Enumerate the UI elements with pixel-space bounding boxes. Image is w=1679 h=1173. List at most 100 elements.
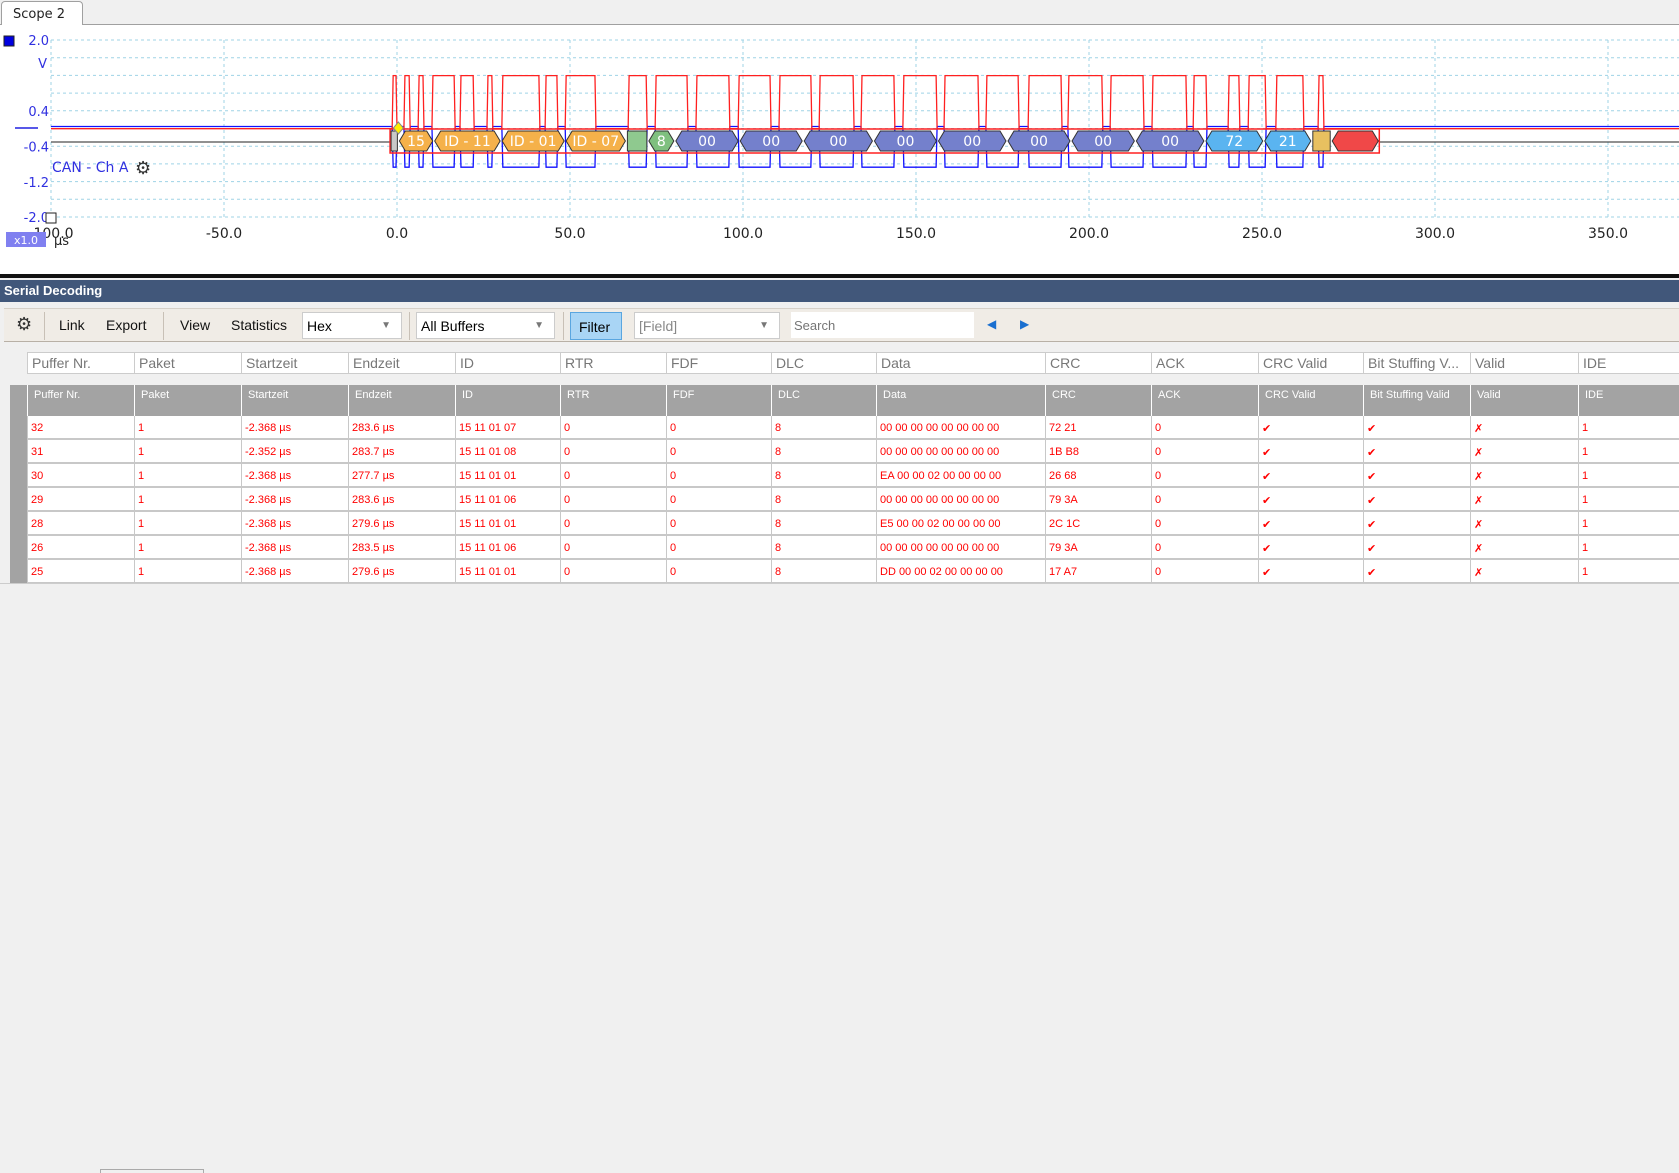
column-header[interactable]: DLC [771, 385, 876, 416]
column-filter-1[interactable]: Paket [134, 352, 241, 374]
table-cell: 8 [771, 488, 876, 510]
y-tick-label: -0.4 [24, 140, 49, 155]
column-filter-3[interactable]: Endzeit [348, 352, 455, 374]
decode-segment-label: ID - 07 [572, 134, 619, 150]
table-cell: 15 11 01 07 [455, 416, 560, 438]
table-cell: 283.6 µs [348, 416, 455, 438]
decode-segment-label: 00 [1094, 134, 1112, 150]
table-cell: 79 3A [1045, 488, 1151, 510]
link-button[interactable]: Link [59, 317, 85, 333]
table-cell: 0 [666, 488, 771, 510]
bottom-tab[interactable] [100, 1169, 204, 1173]
column-header[interactable]: Startzeit [241, 385, 348, 416]
table-cell: -2.368 µs [241, 416, 348, 438]
column-filter-6[interactable]: FDF [666, 352, 771, 374]
field-placeholder: [Field] [639, 318, 678, 334]
table-row[interactable]: 25 1 -2.368 µs 279.6 µs 15 11 01 01 0 0 8 DD 00 … [27, 560, 1679, 583]
y-tick-label: -1.2 [24, 176, 49, 191]
panel-splitter[interactable] [0, 274, 1679, 278]
table-cell: EA 00 00 02 00 00 00 00 [876, 464, 1045, 486]
column-header[interactable]: Valid [1470, 385, 1578, 416]
table-cell: 15 11 01 01 [455, 560, 560, 582]
table-row[interactable]: 31 1 -2.352 µs 283.7 µs 15 11 01 08 0 0 8 00 00 … [27, 440, 1679, 464]
separator [44, 312, 45, 340]
view-button[interactable]: View [180, 317, 210, 333]
column-filter-12[interactable]: Bit Stuffing V... [1363, 352, 1470, 374]
table-cell: 1B B8 [1045, 440, 1151, 462]
export-button[interactable]: Export [106, 317, 146, 333]
table-cell: -2.368 µs [241, 560, 348, 582]
table-cell: 0 [560, 416, 666, 438]
table-cell: 15 11 01 01 [455, 512, 560, 534]
column-header[interactable]: FDF [666, 385, 771, 416]
column-header[interactable]: CRC [1045, 385, 1151, 416]
channel-scale-marker [45, 212, 57, 224]
scope-view[interactable]: -100.0 -50.0 0.0 50.0 100.0 150.0 200.0 250.0 30… [0, 25, 1679, 275]
table-cell: DD 00 00 02 00 00 00 00 [876, 560, 1045, 582]
check-icon: ✔ [1363, 440, 1470, 462]
column-header[interactable]: RTR [560, 385, 666, 416]
gear-icon[interactable]: ⚙ [16, 314, 32, 335]
column-header[interactable]: ID [455, 385, 560, 416]
table-cell: 25 [27, 560, 134, 582]
column-header[interactable]: Endzeit [348, 385, 455, 416]
check-icon: ✔ [1258, 560, 1363, 582]
y-unit-label: V [38, 57, 47, 72]
column-header[interactable]: IDE [1578, 385, 1679, 416]
table-cell: -2.368 µs [241, 488, 348, 510]
scope-plot[interactable]: -100.0 -50.0 0.0 50.0 100.0 150.0 200.0 250.0 30… [0, 25, 1679, 275]
decode-segment-label: 00 [698, 134, 716, 150]
decode-segment-label: 00 [1161, 134, 1179, 150]
statistics-button[interactable]: Statistics [231, 317, 287, 333]
column-filter-11[interactable]: CRC Valid [1258, 352, 1363, 374]
table-cell: 31 [27, 440, 134, 462]
decode-segment-ack [1312, 130, 1331, 152]
previous-arrow-icon[interactable]: ◀ [987, 317, 996, 331]
column-filter-4[interactable]: ID [455, 352, 560, 374]
filter-button[interactable]: Filter [570, 312, 622, 340]
search-input[interactable] [791, 312, 974, 338]
format-value: Hex [307, 318, 332, 334]
table-cell: 17 A7 [1045, 560, 1151, 582]
column-header[interactable]: Puffer Nr. [27, 385, 134, 416]
column-filter-13[interactable]: Valid [1470, 352, 1578, 374]
gear-icon[interactable]: ⚙ [135, 158, 151, 179]
tab-scope-2[interactable]: Scope 2 [1, 1, 83, 26]
next-arrow-icon[interactable]: ▶ [1020, 317, 1029, 331]
check-icon: ✔ [1258, 464, 1363, 486]
decode-segment-label: 15 [407, 134, 425, 150]
y-tick-label: 0.4 [28, 105, 49, 120]
table-row[interactable]: 30 1 -2.368 µs 277.7 µs 15 11 01 01 0 0 8 EA 00 … [27, 464, 1679, 488]
check-icon: ✔ [1258, 512, 1363, 534]
check-icon: ✔ [1258, 536, 1363, 558]
table-row[interactable]: 32 1 -2.368 µs 283.6 µs 15 11 01 07 0 0 8 00 00 … [27, 416, 1679, 440]
column-filter-7[interactable]: DLC [771, 352, 876, 374]
table-cell: 0 [1151, 560, 1258, 582]
buffers-dropdown[interactable]: All Buffers ▼ [416, 312, 555, 339]
column-header[interactable]: CRC Valid [1258, 385, 1363, 416]
field-dropdown[interactable]: [Field] ▼ [634, 312, 780, 339]
table-row[interactable]: 26 1 -2.368 µs 283.5 µs 15 11 01 06 0 0 8 00 00 … [27, 536, 1679, 560]
column-header[interactable]: Paket [134, 385, 241, 416]
table-cell: 8 [771, 560, 876, 582]
column-header[interactable]: ACK [1151, 385, 1258, 416]
column-filter-14[interactable]: IDE [1578, 352, 1679, 374]
column-header[interactable]: Data [876, 385, 1045, 416]
column-filter-0[interactable]: Puffer Nr. [27, 352, 134, 374]
column-filter-8[interactable]: Data [876, 352, 1045, 374]
table-row[interactable]: 28 1 -2.368 µs 279.6 µs 15 11 01 01 0 0 8 E5 00 … [27, 512, 1679, 536]
format-dropdown[interactable]: Hex ▼ [302, 312, 402, 339]
x-tick-label: 150.0 [896, 226, 936, 242]
table-cell: 0 [1151, 440, 1258, 462]
column-filter-5[interactable]: RTR [560, 352, 666, 374]
table-cell: 279.6 µs [348, 512, 455, 534]
x-tick-label: 350.0 [1588, 226, 1628, 242]
column-header[interactable]: Bit Stuffing Valid [1363, 385, 1470, 416]
column-filter-2[interactable]: Startzeit [241, 352, 348, 374]
table-row[interactable]: 29 1 -2.368 µs 283.6 µs 15 11 01 06 0 0 8 00 00 … [27, 488, 1679, 512]
table-cell: 0 [666, 440, 771, 462]
table-cell: 279.6 µs [348, 560, 455, 582]
column-filter-10[interactable]: ACK [1151, 352, 1258, 374]
column-filter-9[interactable]: CRC [1045, 352, 1151, 374]
table-cell: -2.368 µs [241, 536, 348, 558]
